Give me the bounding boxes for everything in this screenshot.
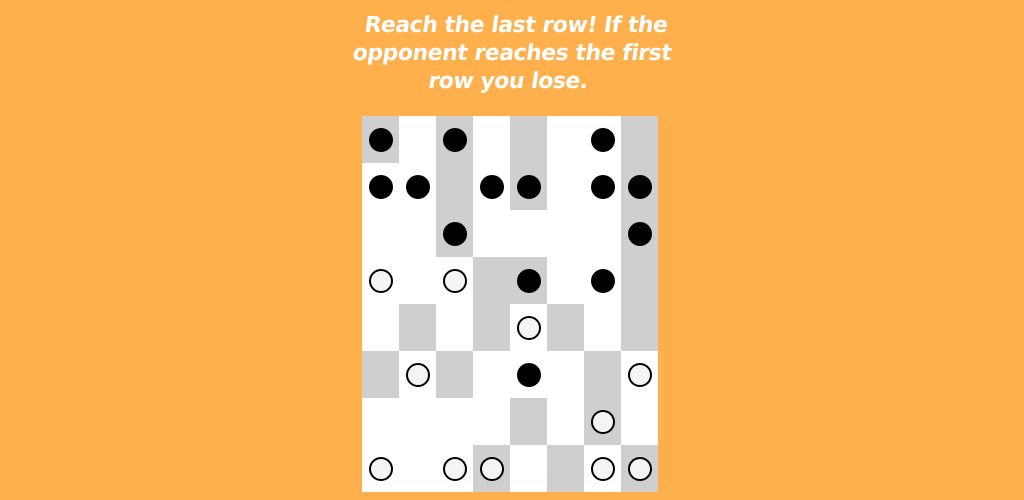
- board-cell-r2-c6[interactable]: [547, 163, 584, 210]
- board-cell-r8-c6[interactable]: [547, 445, 584, 492]
- board-cell-r1-c5[interactable]: [510, 116, 547, 163]
- white-piece[interactable]: [590, 456, 615, 481]
- black-piece[interactable]: [627, 221, 652, 246]
- black-piece[interactable]: [590, 127, 615, 152]
- board-cell-r3-c3[interactable]: [436, 210, 473, 257]
- board-cell-r1-c3[interactable]: [436, 116, 473, 163]
- board-cell-r8-c8[interactable]: [621, 445, 658, 492]
- board-cell-r1-c4[interactable]: [473, 116, 510, 163]
- black-piece[interactable]: [590, 174, 615, 199]
- board-cell-r3-c4[interactable]: [473, 210, 510, 257]
- white-piece[interactable]: [368, 268, 393, 293]
- board-cell-r7-c8[interactable]: [621, 398, 658, 445]
- board-cell-r3-c6[interactable]: [547, 210, 584, 257]
- board-cell-r2-c1[interactable]: [362, 163, 399, 210]
- board-cell-r4-c6[interactable]: [547, 257, 584, 304]
- black-piece[interactable]: [516, 174, 541, 199]
- board-cell-r1-c8[interactable]: [621, 116, 658, 163]
- white-piece[interactable]: [405, 362, 430, 387]
- board-cell-r6-c5[interactable]: [510, 351, 547, 398]
- black-piece[interactable]: [368, 127, 393, 152]
- white-piece[interactable]: [590, 409, 615, 434]
- white-piece[interactable]: [516, 315, 541, 340]
- board-cell-r6-c6[interactable]: [547, 351, 584, 398]
- black-piece[interactable]: [627, 174, 652, 199]
- board-cell-r8-c3[interactable]: [436, 445, 473, 492]
- black-piece[interactable]: [590, 268, 615, 293]
- board-cell-r2-c2[interactable]: [399, 163, 436, 210]
- board-cell-r7-c2[interactable]: [399, 398, 436, 445]
- white-piece[interactable]: [442, 456, 467, 481]
- board-cell-r6-c7[interactable]: [584, 351, 621, 398]
- board-cell-r1-c7[interactable]: [584, 116, 621, 163]
- white-piece[interactable]: [627, 456, 652, 481]
- game-instructions: Reach the last row! If the opponent reac…: [351, 13, 674, 94]
- white-piece[interactable]: [442, 268, 467, 293]
- black-piece[interactable]: [442, 127, 467, 152]
- board-cell-r2-c5[interactable]: [510, 163, 547, 210]
- board-cell-r5-c2[interactable]: [399, 304, 436, 351]
- board-cell-r5-c6[interactable]: [547, 304, 584, 351]
- board-cell-r7-c7[interactable]: [584, 398, 621, 445]
- board-cell-r2-c8[interactable]: [621, 163, 658, 210]
- board-cell-r1-c1[interactable]: [362, 116, 399, 163]
- board-cell-r7-c1[interactable]: [362, 398, 399, 445]
- black-piece[interactable]: [442, 221, 467, 246]
- board-cell-r7-c3[interactable]: [436, 398, 473, 445]
- board-cell-r3-c5[interactable]: [510, 210, 547, 257]
- board-cell-r3-c7[interactable]: [584, 210, 621, 257]
- board-cell-r2-c4[interactable]: [473, 163, 510, 210]
- game-board[interactable]: [362, 116, 658, 492]
- board-cell-r4-c3[interactable]: [436, 257, 473, 304]
- board-cell-r4-c2[interactable]: [399, 257, 436, 304]
- board-cell-r1-c6[interactable]: [547, 116, 584, 163]
- board-cell-r3-c2[interactable]: [399, 210, 436, 257]
- board-cell-r4-c7[interactable]: [584, 257, 621, 304]
- board-cell-r3-c8[interactable]: [621, 210, 658, 257]
- board-cell-r5-c7[interactable]: [584, 304, 621, 351]
- white-piece[interactable]: [627, 362, 652, 387]
- board-cell-r6-c1[interactable]: [362, 351, 399, 398]
- board-cell-r8-c7[interactable]: [584, 445, 621, 492]
- board-cell-r4-c4[interactable]: [473, 257, 510, 304]
- board-cell-r7-c4[interactable]: [473, 398, 510, 445]
- board-cell-r5-c3[interactable]: [436, 304, 473, 351]
- board-cell-r4-c1[interactable]: [362, 257, 399, 304]
- board-cell-r7-c6[interactable]: [547, 398, 584, 445]
- board-cell-r6-c2[interactable]: [399, 351, 436, 398]
- white-piece[interactable]: [479, 456, 504, 481]
- black-piece[interactable]: [368, 174, 393, 199]
- board-cell-r5-c4[interactable]: [473, 304, 510, 351]
- board-cell-r6-c4[interactable]: [473, 351, 510, 398]
- board-cell-r2-c7[interactable]: [584, 163, 621, 210]
- board-cell-r4-c5[interactable]: [510, 257, 547, 304]
- board-cell-r8-c4[interactable]: [473, 445, 510, 492]
- board-cell-r6-c8[interactable]: [621, 351, 658, 398]
- board-cell-r4-c8[interactable]: [621, 257, 658, 304]
- board-cell-r6-c3[interactable]: [436, 351, 473, 398]
- board-cell-r5-c1[interactable]: [362, 304, 399, 351]
- board-cell-r8-c2[interactable]: [399, 445, 436, 492]
- board-cell-r7-c5[interactable]: [510, 398, 547, 445]
- black-piece[interactable]: [479, 174, 504, 199]
- board-cell-r8-c5[interactable]: [510, 445, 547, 492]
- white-piece[interactable]: [368, 456, 393, 481]
- board-cell-r1-c2[interactable]: [399, 116, 436, 163]
- board-cell-r3-c1[interactable]: [362, 210, 399, 257]
- board-cell-r2-c3[interactable]: [436, 163, 473, 210]
- black-piece[interactable]: [405, 174, 430, 199]
- board-cell-r5-c5[interactable]: [510, 304, 547, 351]
- board-cell-r5-c8[interactable]: [621, 304, 658, 351]
- black-piece[interactable]: [516, 362, 541, 387]
- black-piece[interactable]: [516, 268, 541, 293]
- board-cell-r8-c1[interactable]: [362, 445, 399, 492]
